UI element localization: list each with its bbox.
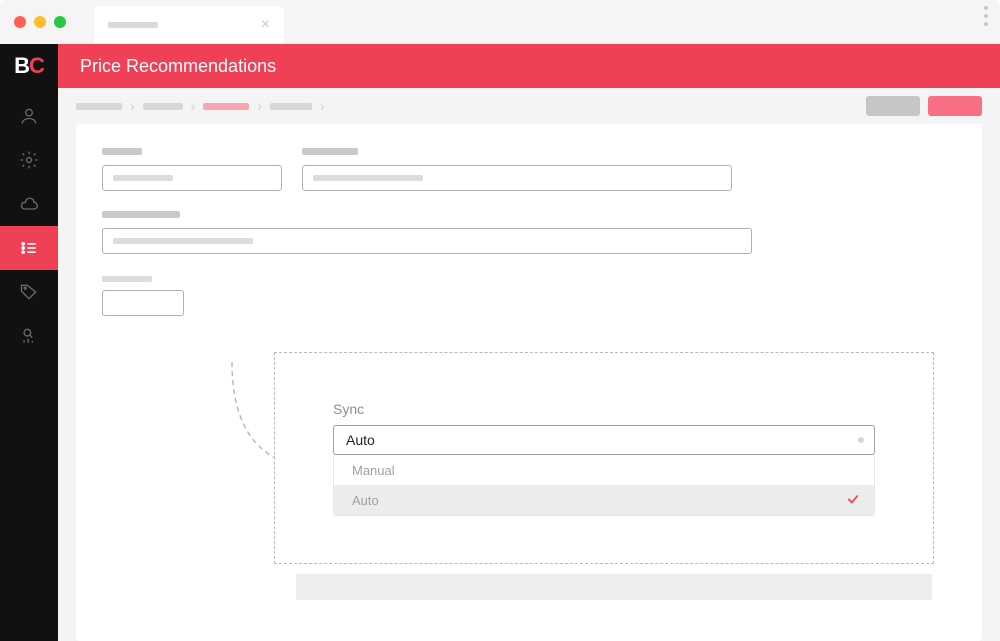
breadcrumb: › › › › bbox=[76, 98, 866, 114]
close-icon[interactable]: × bbox=[261, 17, 270, 33]
small-input[interactable] bbox=[102, 290, 184, 316]
logo-letter-c: C bbox=[29, 53, 44, 79]
field-label-placeholder bbox=[102, 276, 152, 282]
app-shell: BC Price Recommendations bbox=[0, 44, 1000, 641]
page-title: Price Recommendations bbox=[80, 56, 276, 77]
window-controls bbox=[14, 16, 66, 28]
form-field bbox=[102, 148, 282, 191]
tab-title-placeholder bbox=[108, 22, 158, 28]
gear-icon bbox=[19, 150, 39, 170]
window-close-dot[interactable] bbox=[14, 16, 26, 28]
text-input[interactable] bbox=[102, 228, 752, 254]
breadcrumb-item[interactable] bbox=[270, 103, 312, 110]
dropdown-option-label: Auto bbox=[352, 493, 379, 508]
background-placeholder bbox=[296, 574, 932, 600]
sidebar-item-settings[interactable] bbox=[0, 138, 58, 182]
sync-dropdown: Manual Auto bbox=[333, 455, 875, 516]
content-wrap: › › › › bbox=[58, 88, 1000, 641]
form-field bbox=[302, 148, 732, 191]
text-input[interactable] bbox=[102, 165, 282, 191]
breadcrumb-item[interactable] bbox=[76, 103, 122, 110]
chevron-right-icon: › bbox=[257, 98, 262, 114]
sync-select-value: Auto bbox=[346, 432, 375, 448]
browser-chrome: × bbox=[0, 0, 1000, 44]
chevron-right-icon: › bbox=[320, 98, 325, 114]
breadcrumb-item-active[interactable] bbox=[203, 103, 249, 110]
main-panel: Price Recommendations › › › › bbox=[58, 44, 1000, 641]
form-row-2 bbox=[102, 211, 956, 254]
sidebar-item-analytics[interactable] bbox=[0, 314, 58, 358]
sidebar-item-list[interactable] bbox=[0, 226, 58, 270]
form-row-1 bbox=[102, 148, 956, 191]
tag-icon bbox=[19, 282, 39, 302]
breadcrumb-row: › › › › bbox=[76, 88, 982, 124]
cloud-icon bbox=[19, 194, 39, 214]
logo[interactable]: BC bbox=[0, 44, 58, 88]
browser-tab[interactable]: × bbox=[94, 6, 284, 44]
sync-select[interactable]: Auto bbox=[333, 425, 875, 455]
sidebar-item-tag[interactable] bbox=[0, 270, 58, 314]
form-field bbox=[102, 211, 752, 254]
field-label-placeholder bbox=[302, 148, 358, 155]
user-icon bbox=[19, 106, 39, 126]
breadcrumb-item[interactable] bbox=[143, 103, 183, 110]
dropdown-option-label: Manual bbox=[352, 463, 395, 478]
chevron-right-icon: › bbox=[130, 98, 135, 114]
secondary-action-button[interactable] bbox=[866, 96, 920, 116]
check-icon bbox=[846, 492, 860, 509]
form-section-3 bbox=[102, 276, 956, 316]
sync-callout: Sync Auto Manual Auto bbox=[274, 352, 934, 564]
window-maximize-dot[interactable] bbox=[54, 16, 66, 28]
header-actions bbox=[866, 96, 982, 116]
tab-bar: × bbox=[94, 0, 284, 44]
field-label-placeholder bbox=[102, 148, 142, 155]
text-input[interactable] bbox=[302, 165, 732, 191]
logo-letter-b: B bbox=[14, 53, 29, 79]
sync-option-auto[interactable]: Auto bbox=[334, 485, 874, 515]
primary-action-button[interactable] bbox=[928, 96, 982, 116]
sidebar-item-cloud[interactable] bbox=[0, 182, 58, 226]
sidebar: BC bbox=[0, 44, 58, 641]
chevron-right-icon: › bbox=[191, 98, 196, 114]
form-card: Sync Auto Manual Auto bbox=[76, 124, 982, 641]
sidebar-nav bbox=[0, 94, 58, 358]
window-minimize-dot[interactable] bbox=[34, 16, 46, 28]
field-label-placeholder bbox=[102, 211, 180, 218]
dropdown-indicator-icon bbox=[858, 437, 864, 443]
page-header: Price Recommendations bbox=[58, 44, 1000, 88]
sync-field-label: Sync bbox=[333, 401, 875, 417]
sidebar-item-user[interactable] bbox=[0, 94, 58, 138]
chart-search-icon bbox=[19, 326, 39, 346]
browser-menu-icon[interactable] bbox=[984, 6, 988, 26]
list-icon bbox=[19, 238, 39, 258]
sync-option-manual[interactable]: Manual bbox=[334, 455, 874, 485]
